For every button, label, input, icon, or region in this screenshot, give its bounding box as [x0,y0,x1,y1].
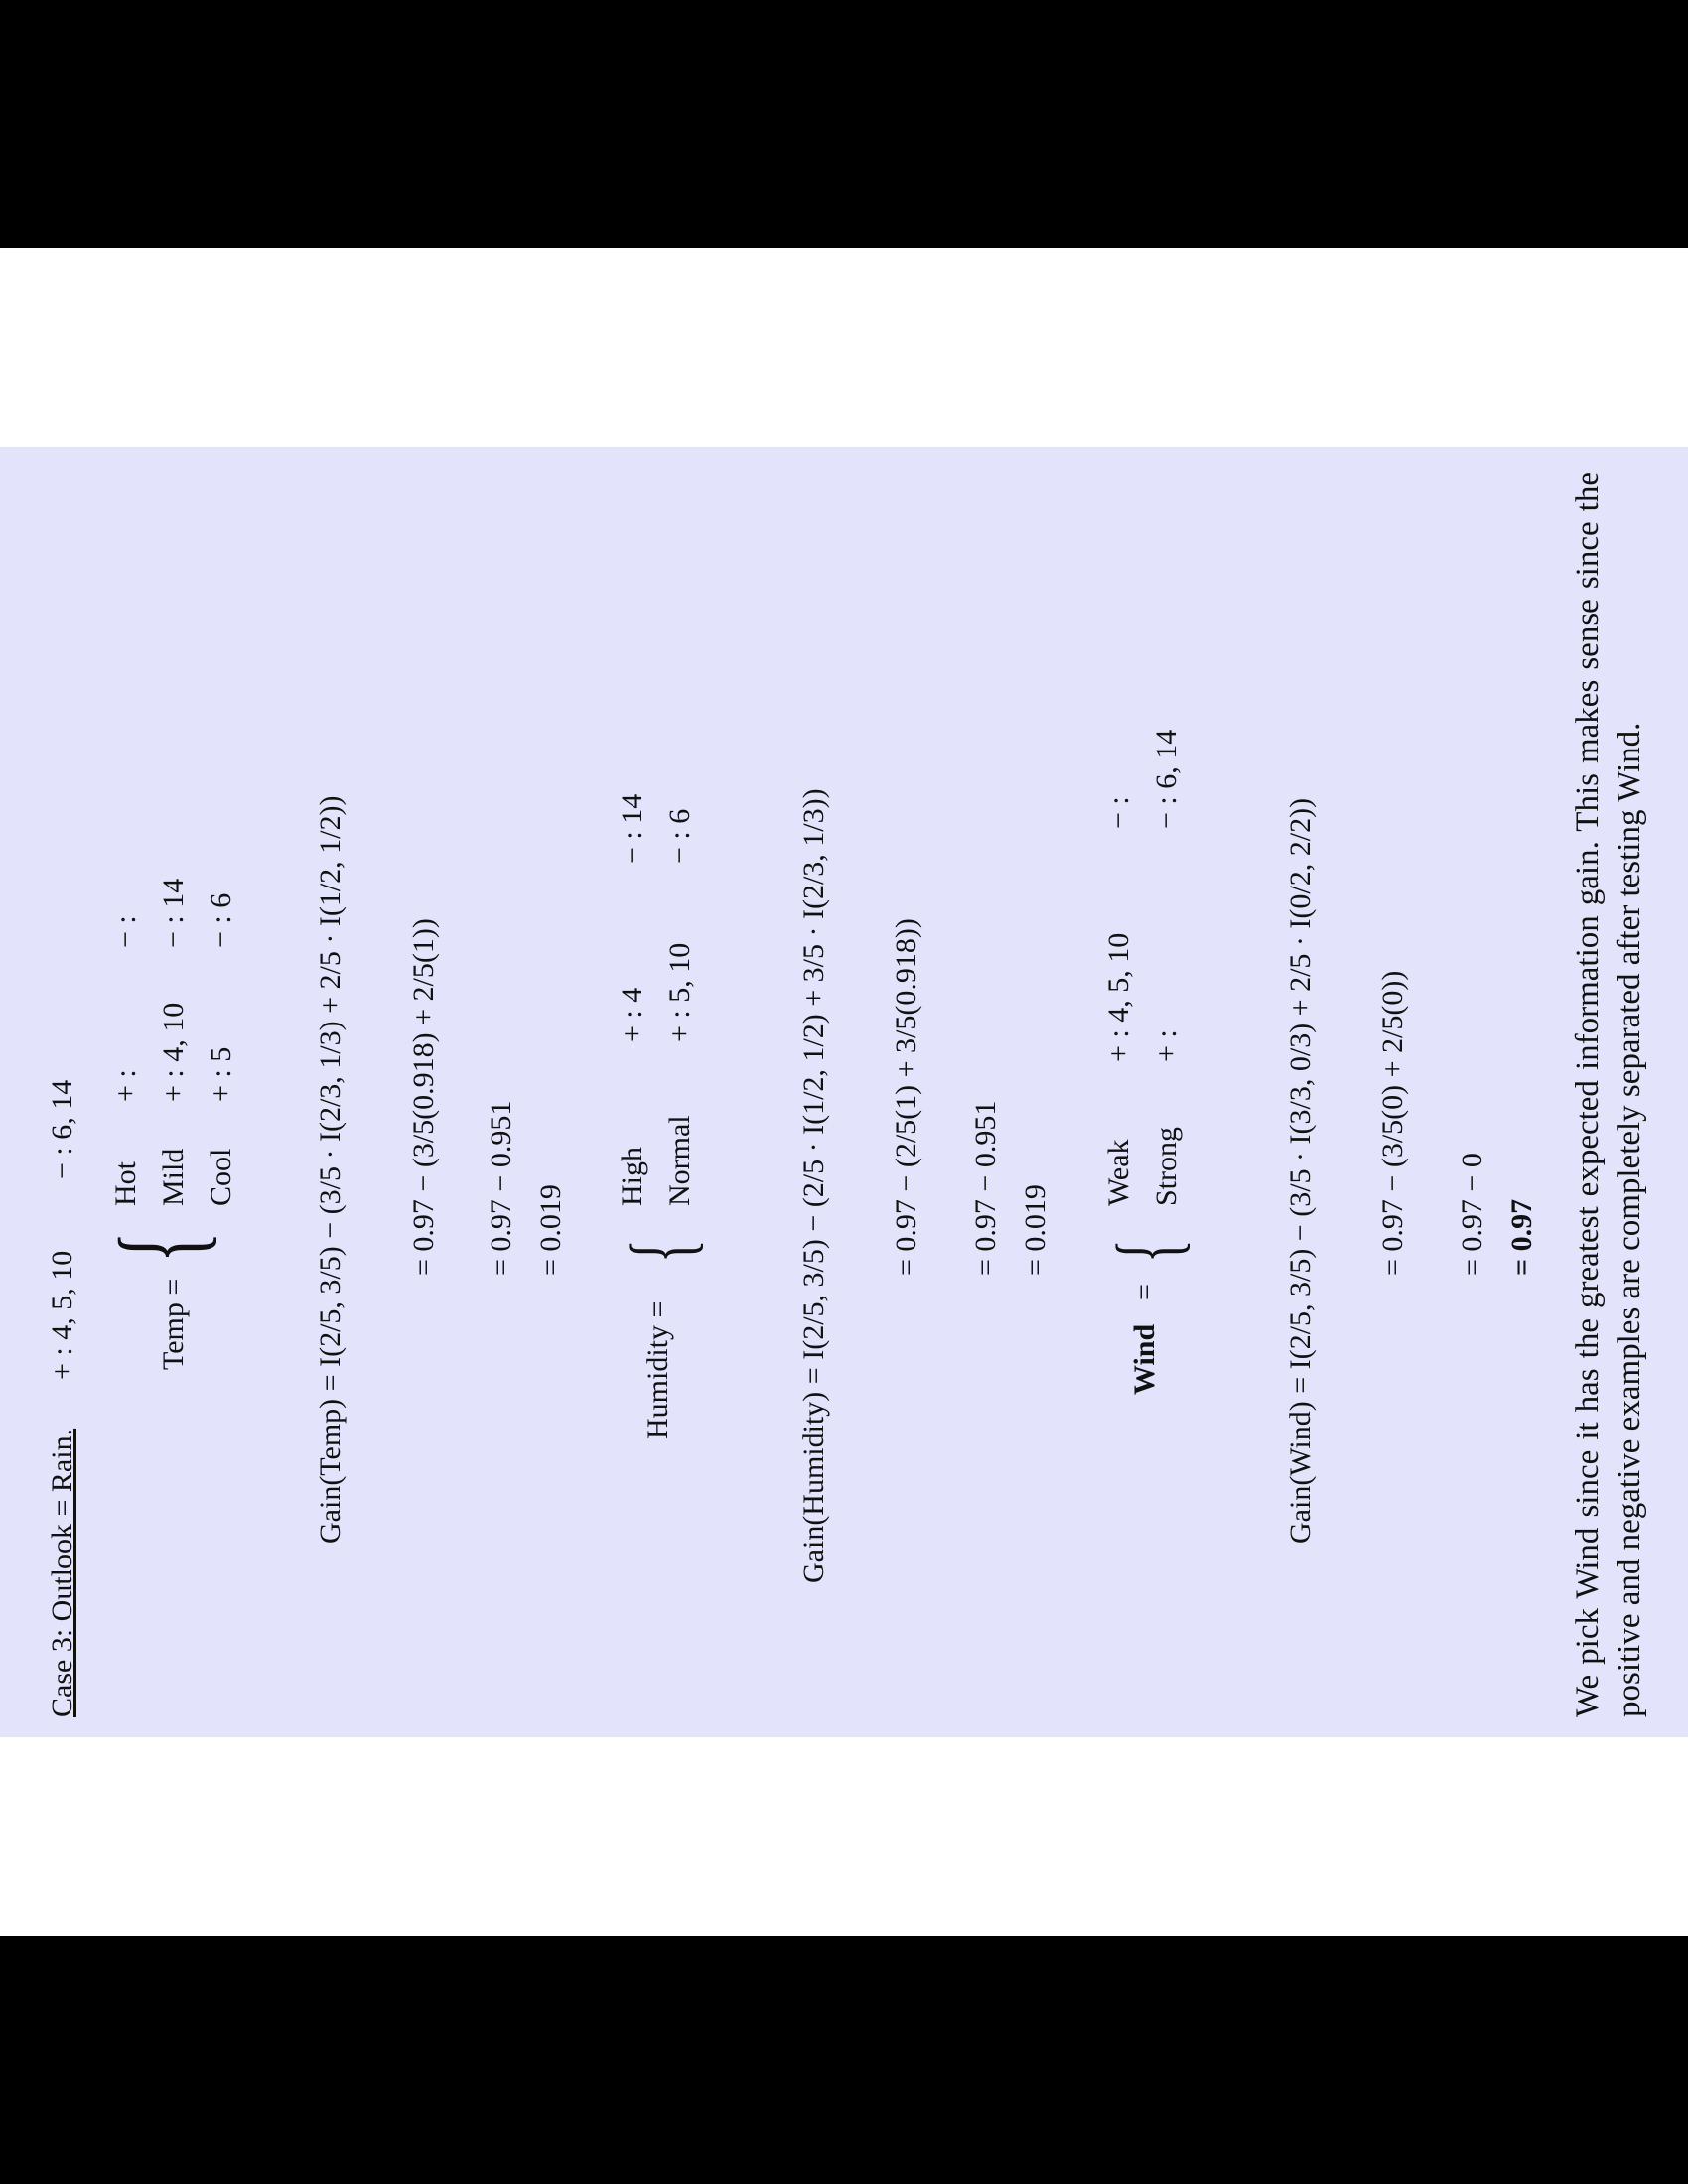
humidity-row-neg: − : 14 [616,793,648,864]
temp-row-name: Hot [109,1161,142,1206]
wind-gain-line: = 0.97 − 0 [1456,1153,1488,1276]
humidity-row-name: Normal [663,1115,696,1206]
temp-row-neg: − : [109,915,142,948]
wind-row-name: Strong [1150,1126,1183,1206]
temp-gain-line: Gain(Temp) = I(2/5, 3/5) − (3/5 · I(2/3,… [314,795,347,1545]
case-negative: − : 6, 14 [46,1079,78,1179]
temp-label: Temp = [157,1278,190,1370]
temp-gain-line: = 0.97 − (3/5(0.918) + 2/5(1)) [407,918,440,1276]
temp-row-neg: − : 14 [157,878,190,948]
humidity-gain-line: = 0.019 [1019,1184,1052,1276]
wind-gain-result: = 0.97 [1505,1198,1538,1276]
wind-row-neg: − : [1102,796,1135,829]
humidity-brace: { [613,1239,711,1263]
temp-row-pos: + : 4, 10 [157,1002,190,1102]
temp-row-neg: − : 6 [205,892,237,948]
temp-row-name: Mild [157,1148,190,1206]
wind-gain-line: Gain(Wind) = I(2/5, 3/5) − (3/5 · I(3/3,… [1284,797,1317,1544]
case-positive: + : 4, 5, 10 [46,1250,78,1380]
temp-gain-line: = 0.97 − 0.951 [485,1100,517,1276]
temp-row-name: Cool [205,1148,237,1206]
temp-row-pos: + : [109,1069,142,1102]
conclusion-paragraph: We pick Wind since it has the greatest e… [1570,472,1647,1717]
wind-row-neg: − : 6, 14 [1150,729,1183,829]
rotated-document: Case 3: Outlook = Rain. + : 4, 5, 10 − :… [0,447,1688,1737]
humidity-row-pos: + : 4 [616,987,648,1042]
temp-brace: { [94,1231,226,1263]
humidity-row-pos: + : 5, 10 [663,942,696,1042]
wind-equals: = [1128,1284,1161,1300]
humidity-row-neg: − : 6 [663,808,696,864]
temp-row-pos: + : 5 [205,1046,237,1102]
wind-row-pos: + : [1150,1029,1183,1062]
humidity-gain-line: Gain(Humidity) = I(2/5, 3/5) − (2/5 · I(… [797,788,830,1583]
humidity-row-name: High [616,1147,648,1206]
humidity-gain-line: = 0.97 − (2/5(1) + 3/5(0.918)) [890,918,922,1276]
case-heading: Case 3: Outlook = Rain. [46,1428,78,1717]
wind-row-pos: + : 4, 5, 10 [1102,932,1135,1062]
temp-gain-line: = 0.019 [534,1184,567,1276]
humidity-label: Humidity = [641,1300,674,1439]
wind-gain-line: = 0.97 − (3/5(0) + 2/5(0)) [1376,970,1409,1276]
humidity-gain-line: = 0.97 − 0.951 [969,1100,1002,1276]
wind-row-name: Weak [1102,1139,1135,1206]
wind-label: Wind [1128,1323,1161,1395]
wind-brace: { [1099,1239,1197,1263]
